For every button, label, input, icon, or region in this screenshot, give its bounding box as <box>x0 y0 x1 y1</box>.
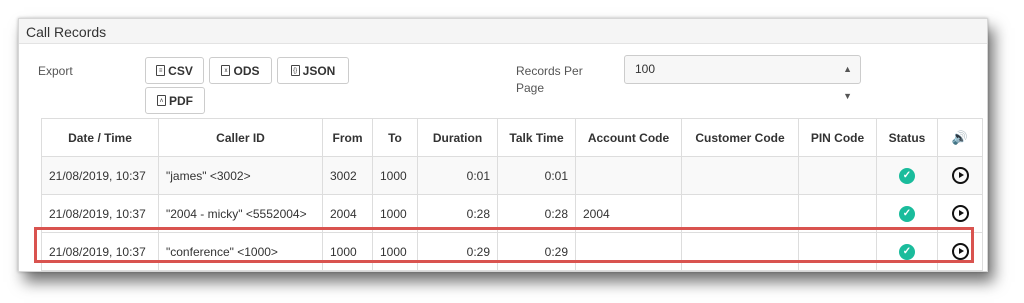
cell-duration: 0:28 <box>417 194 498 233</box>
call-records-table: Date / Time Caller ID From To Duration T… <box>41 118 983 271</box>
cell-datetime: 21/08/2019, 10:37 <box>41 232 159 271</box>
export-csv-label: CSV <box>168 63 193 78</box>
col-header-talk-time[interactable]: Talk Time <box>497 118 576 157</box>
table-row[interactable]: 21/08/2019, 10:37 "2004 - micky" <555200… <box>41 194 983 233</box>
cell-status: ✓ <box>876 232 938 271</box>
play-icon[interactable] <box>951 167 969 184</box>
cell-recording <box>937 232 983 271</box>
cell-from: 2004 <box>322 194 373 233</box>
col-header-status[interactable]: Status <box>876 118 938 157</box>
cell-pin-code <box>798 194 877 233</box>
cell-talk-time: 0:29 <box>497 232 576 271</box>
col-header-duration[interactable]: Duration <box>417 118 498 157</box>
records-per-page-label: Records Per Page <box>516 64 583 95</box>
json-file-icon: {} <box>290 65 300 76</box>
col-header-caller-id[interactable]: Caller ID <box>158 118 323 157</box>
pdf-file-icon: ʌ <box>157 95 166 106</box>
col-header-recording: 🔊 <box>937 118 983 157</box>
panel-title: Call Records <box>19 19 987 44</box>
cell-account-code <box>575 156 682 195</box>
cell-to: 1000 <box>372 156 418 195</box>
col-header-to[interactable]: To <box>372 118 418 157</box>
records-per-page-select[interactable]: 100 ▲ ▼ <box>624 55 861 101</box>
cell-recording <box>937 194 983 233</box>
check-circle-icon: ✓ <box>899 244 915 260</box>
cell-talk-time: 0:28 <box>497 194 576 233</box>
table-header-row: Date / Time Caller ID From To Duration T… <box>41 118 983 157</box>
cell-caller-id: "conference" <1000> <box>158 232 323 271</box>
cell-customer-code <box>681 156 799 195</box>
export-pdf-label: PDF <box>169 93 193 108</box>
cell-duration: 0:29 <box>417 232 498 271</box>
ods-file-icon: x <box>221 65 231 76</box>
cell-caller-id: "2004 - micky" <5552004> <box>158 194 323 233</box>
cell-pin-code <box>798 156 877 195</box>
cell-datetime: 21/08/2019, 10:37 <box>41 156 159 195</box>
col-header-pin-code[interactable]: PIN Code <box>798 118 877 157</box>
export-ods-label: ODS <box>233 63 260 78</box>
export-json-button[interactable]: {} JSON <box>277 57 349 84</box>
call-records-panel: Call Records Export ≡ CSV x ODS {} JSON … <box>18 18 988 272</box>
cell-talk-time: 0:01 <box>497 156 576 195</box>
check-circle-icon: ✓ <box>899 206 915 222</box>
records-per-page-value: 100 <box>635 62 656 76</box>
cell-from: 1000 <box>322 232 373 271</box>
cell-to: 1000 <box>372 232 418 271</box>
check-circle-icon: ✓ <box>899 168 915 184</box>
cell-caller-id: "james" <3002> <box>158 156 323 195</box>
cell-status: ✓ <box>876 156 938 195</box>
cell-account-code: 2004 <box>575 194 682 233</box>
cell-recording <box>937 156 983 195</box>
csv-file-icon: ≡ <box>156 65 166 76</box>
table-row[interactable]: 21/08/2019, 10:37 "james" <3002> 3002 10… <box>41 156 983 195</box>
cell-datetime: 21/08/2019, 10:37 <box>41 194 159 233</box>
cell-customer-code <box>681 194 799 233</box>
play-icon[interactable] <box>951 243 969 260</box>
export-pdf-button[interactable]: ʌ PDF <box>145 87 205 114</box>
cell-from: 3002 <box>322 156 373 195</box>
speaker-icon: 🔊 <box>951 129 969 145</box>
export-csv-button[interactable]: ≡ CSV <box>145 57 204 84</box>
table-row[interactable]: 21/08/2019, 10:37 "conference" <1000> 10… <box>41 232 983 271</box>
select-arrows-icon: ▲ ▼ <box>843 64 852 101</box>
export-json-label: JSON <box>302 63 336 78</box>
cell-customer-code <box>681 232 799 271</box>
col-header-account-code[interactable]: Account Code <box>575 118 682 157</box>
cell-pin-code <box>798 232 877 271</box>
col-header-from[interactable]: From <box>322 118 373 157</box>
cell-to: 1000 <box>372 194 418 233</box>
export-ods-button[interactable]: x ODS <box>209 57 272 84</box>
play-icon[interactable] <box>951 205 969 222</box>
cell-status: ✓ <box>876 194 938 233</box>
export-label: Export <box>38 64 73 78</box>
cell-duration: 0:01 <box>417 156 498 195</box>
cell-account-code <box>575 232 682 271</box>
col-header-datetime[interactable]: Date / Time <box>41 118 159 157</box>
col-header-customer-code[interactable]: Customer Code <box>681 118 799 157</box>
